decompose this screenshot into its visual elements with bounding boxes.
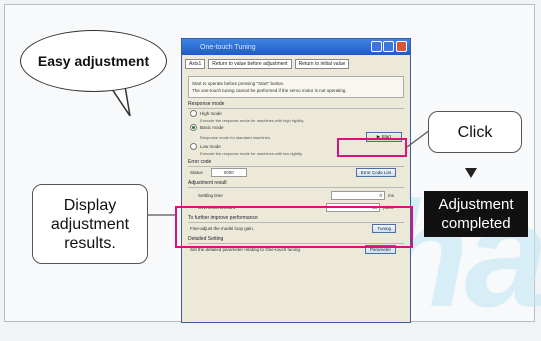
radio-description: Execute the response mode for machines w… xyxy=(200,118,305,123)
radio-basic-mode[interactable]: Basic mode xyxy=(190,124,402,131)
easy-adjustment-bubble: Easy adjustment xyxy=(20,30,167,92)
completed-line-2: completed xyxy=(441,215,511,232)
return-initial-button[interactable]: Return to initial value xyxy=(294,59,350,69)
down-arrow-icon xyxy=(465,168,477,178)
radio-icon[interactable] xyxy=(190,110,197,117)
response-mode-header: Response mode xyxy=(188,101,404,109)
radio-description: Response mode for standard machines. xyxy=(200,134,271,140)
radio-high-mode[interactable]: High mode xyxy=(190,110,402,117)
window-title: One-touch Tuning xyxy=(200,43,256,51)
click-callout: Click xyxy=(428,111,522,153)
display-results-callout: Display adjustment results. xyxy=(32,184,148,264)
error-code-header: Error code xyxy=(188,159,404,167)
radio-selected-icon[interactable] xyxy=(190,124,197,131)
axis-select[interactable]: Axis1 xyxy=(185,59,206,69)
display-line-2: adjustment xyxy=(50,215,130,233)
display-line-1: Display xyxy=(63,196,117,214)
maximize-icon[interactable] xyxy=(383,41,394,52)
minimize-icon[interactable] xyxy=(371,41,382,52)
settling-time-label: Settling time xyxy=(198,193,223,198)
completed-line-1: Adjustment xyxy=(438,196,514,213)
display-line-3: results. xyxy=(64,234,116,252)
error-code-list-button[interactable]: Error Code List xyxy=(355,168,396,177)
radio-label: Low mode xyxy=(200,144,221,149)
settling-time-row: Settling time 0 ms xyxy=(190,191,402,200)
window-titlebar: One-touch Tuning xyxy=(182,39,410,55)
status-label: Status xyxy=(190,170,203,175)
settling-time-value: 0 xyxy=(331,191,385,200)
message-line-2: The one-touch tuning cannot be performed… xyxy=(192,88,347,93)
error-status-row: Status 0000 Error Code List xyxy=(190,168,402,177)
adjustment-completed-badge: Adjustment completed xyxy=(424,191,528,237)
radio-label: Basic mode xyxy=(200,125,224,130)
settling-time-unit: ms xyxy=(388,193,394,198)
radio-label: High mode xyxy=(200,111,222,116)
window-toolbar: Axis1 Return to value before adjustment … xyxy=(182,55,410,73)
close-icon[interactable] xyxy=(396,41,407,52)
radio-icon[interactable] xyxy=(190,143,197,150)
click-callout-text: Click xyxy=(457,123,493,141)
status-value: 0000 xyxy=(210,168,247,177)
instruction-message: Start to operate before pressing "Start"… xyxy=(188,76,404,98)
message-line-1: Start to operate before pressing "Start"… xyxy=(192,81,285,86)
adjustment-result-header: Adjustment result xyxy=(188,180,404,188)
one-touch-tuning-window: One-touch Tuning Axis1 Return to value b… xyxy=(181,38,411,323)
start-highlight-box xyxy=(337,138,407,157)
return-before-button[interactable]: Return to value before adjustment xyxy=(208,59,292,69)
result-highlight-box xyxy=(175,206,413,248)
bubble-text: Easy adjustment xyxy=(37,53,150,69)
